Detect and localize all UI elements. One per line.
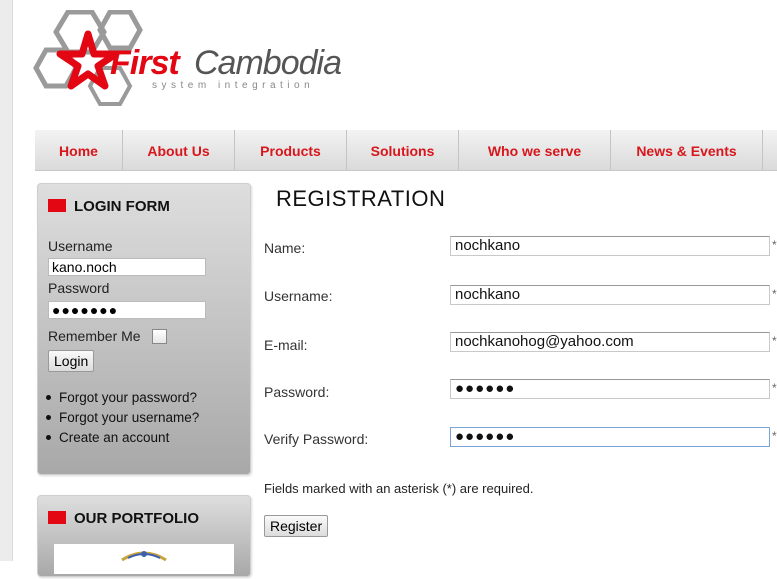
nav-who-we-serve[interactable]: Who we serve — [459, 130, 611, 170]
logo-text-cambodia: Cambodia — [194, 44, 342, 82]
login-form-heading: LOGIN FORM — [48, 198, 170, 215]
bullet-icon — [46, 415, 51, 420]
site-logo[interactable]: First Cambodia system integration — [30, 10, 350, 110]
nav-about-us[interactable]: About Us — [123, 130, 235, 170]
password-required-asterisk: * — [772, 381, 777, 395]
username-required-asterisk: * — [772, 287, 777, 301]
portfolio-module: OUR PORTFOLIO — [37, 495, 251, 577]
required-fields-note: Fields marked with an asterisk (*) are r… — [264, 481, 534, 496]
create-account-link[interactable]: Create an account — [46, 428, 199, 448]
forgot-username-text: Forgot your username? — [59, 410, 200, 425]
name-input[interactable]: nochkano — [450, 236, 770, 256]
left-edge-bar — [0, 0, 13, 561]
registration-title: REGISTRATION — [276, 186, 446, 211]
login-links: Forgot your password? Forgot your userna… — [46, 388, 199, 448]
verify-password-required-asterisk: * — [772, 429, 777, 443]
password-field-label: Password: — [264, 384, 330, 400]
forgot-password-text: Forgot your password? — [59, 390, 198, 405]
username-input[interactable]: nochkano — [450, 285, 770, 305]
create-account-text: Create an account — [59, 430, 170, 445]
red-square-icon — [48, 511, 66, 524]
name-label: Name: — [264, 240, 306, 256]
login-form-module: LOGIN FORM Username kano.noch Password ●… — [37, 183, 251, 475]
password-label: Password — [48, 280, 110, 296]
password-input[interactable]: ●●●●●● — [450, 379, 770, 399]
nav-home[interactable]: Home — [35, 130, 123, 170]
username-label: Username — [48, 238, 113, 254]
login-username-input[interactable]: kano.noch — [48, 258, 206, 276]
portfolio-logo-image[interactable] — [54, 544, 234, 574]
forgot-password-link[interactable]: Forgot your password? — [46, 388, 199, 408]
bullet-icon — [46, 395, 51, 400]
forgot-username-link[interactable]: Forgot your username? — [46, 408, 199, 428]
verify-password-label: Verify Password: — [264, 431, 369, 447]
portfolio-heading: OUR PORTFOLIO — [48, 510, 199, 527]
remember-me-label: Remember Me — [48, 328, 141, 344]
login-button[interactable]: Login — [48, 350, 95, 372]
nav-news-events[interactable]: News & Events — [611, 130, 763, 170]
remember-me-checkbox[interactable] — [152, 329, 167, 344]
verify-password-input[interactable]: ●●●●●● — [450, 427, 770, 447]
portfolio-emblem-icon — [121, 551, 167, 562]
nav-solutions[interactable]: Solutions — [347, 130, 459, 170]
email-input[interactable]: nochkanohog@yahoo.com — [450, 332, 770, 352]
register-button[interactable]: Register — [264, 515, 329, 537]
login-password-input[interactable]: ●●●●●●● — [48, 301, 206, 319]
logo-tagline: system integration — [152, 80, 315, 91]
nav-products[interactable]: Products — [235, 130, 347, 170]
portfolio-title: OUR PORTFOLIO — [74, 510, 199, 527]
username-field-label: Username: — [264, 288, 333, 304]
bullet-icon — [46, 435, 51, 440]
red-square-icon — [48, 199, 66, 212]
email-label: E-mail: — [264, 337, 308, 353]
name-required-asterisk: * — [772, 238, 777, 252]
main-nav: Home About Us Products Solutions Who we … — [35, 130, 777, 171]
login-form-title: LOGIN FORM — [74, 198, 170, 215]
email-required-asterisk: * — [772, 334, 777, 348]
logo-text-first: First — [110, 44, 180, 82]
